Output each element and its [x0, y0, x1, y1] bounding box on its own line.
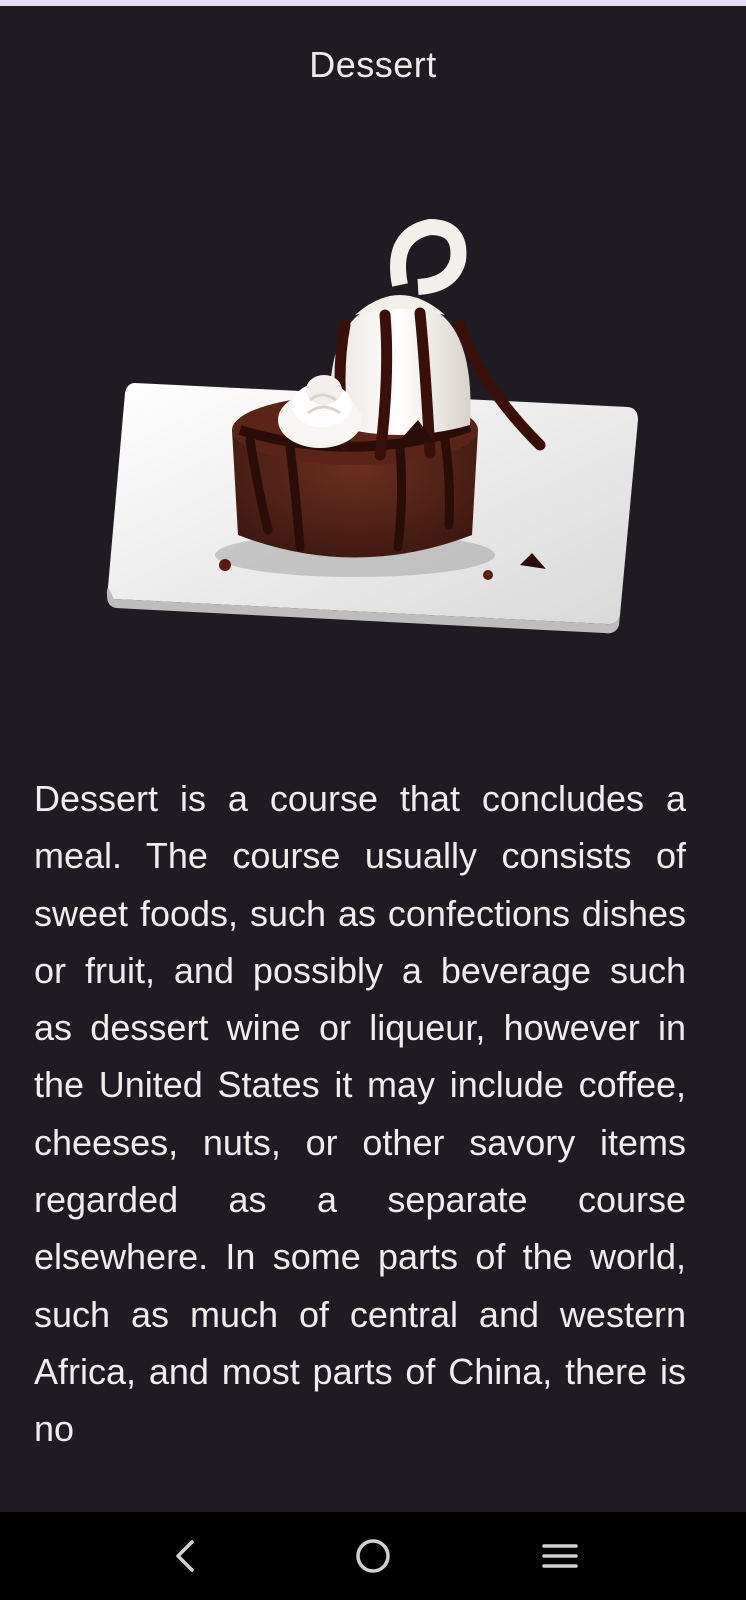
circle-home-icon [356, 1539, 390, 1573]
chevron-left-icon [176, 1540, 194, 1572]
home-button[interactable] [318, 1512, 428, 1600]
page-title: Dessert [309, 44, 437, 85]
article-text: Dessert is a course that concludes a mea… [34, 778, 686, 1450]
three-lines-recents-icon [542, 1544, 578, 1568]
status-accent-bar [0, 0, 746, 6]
recents-button[interactable] [505, 1512, 615, 1600]
back-button[interactable] [131, 1512, 241, 1600]
article-text-container: Dessert is a course that concludes a mea… [34, 770, 686, 1450]
system-navigation-bar [0, 1512, 746, 1600]
dessert-image [100, 215, 660, 655]
